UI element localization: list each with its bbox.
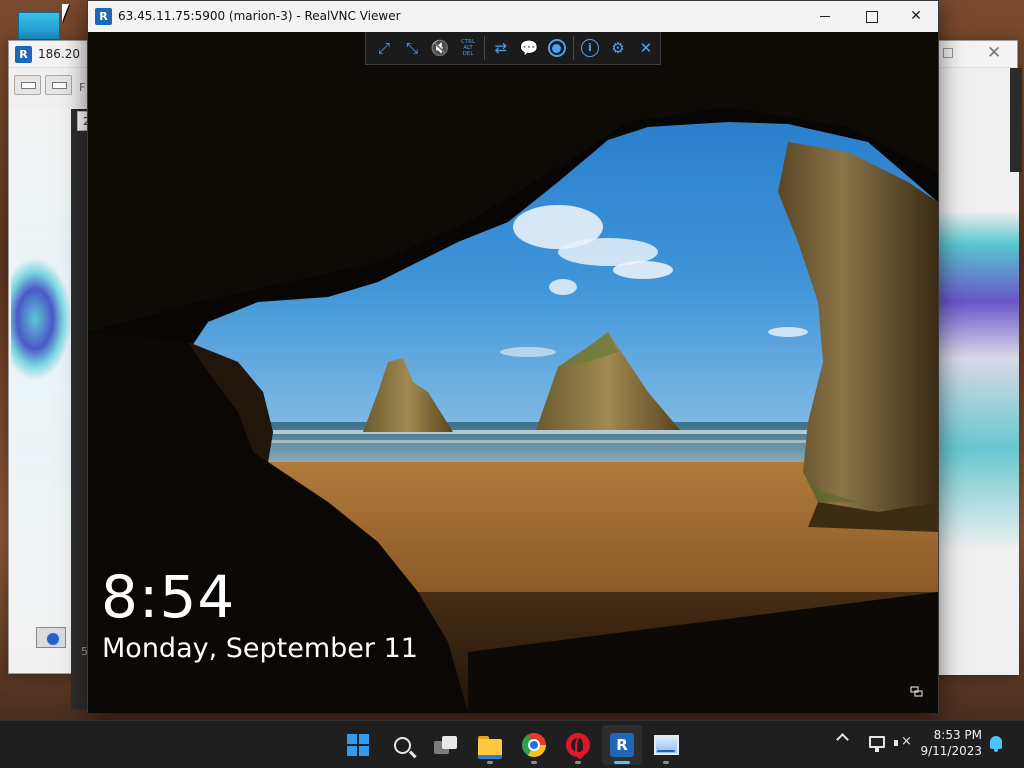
taskbar-clock-date[interactable]: 9/11/2023 <box>914 744 982 758</box>
scale-icon: ⤡ <box>405 39 418 57</box>
running-indicator <box>487 761 493 764</box>
file-transfer-icon: ⇄ <box>494 39 508 57</box>
maximize-button[interactable] <box>848 1 894 32</box>
notification-bell-icon[interactable] <box>990 736 1002 752</box>
remote-desktop-screen[interactable]: ⤢ ⤡ 🔇 CTRL ALT DEL ⇄ 💬 i ⚙ ✕ 8:54 Monday… <box>88 32 938 713</box>
close-button[interactable]: ✕ <box>987 43 1001 63</box>
volume-muted-icon[interactable] <box>894 734 912 749</box>
running-indicator <box>663 761 669 764</box>
task-view-icon <box>434 736 458 754</box>
performance-monitor-button[interactable] <box>646 725 686 765</box>
toolbar-button[interactable] <box>14 75 41 95</box>
scrollbar[interactable] <box>1010 68 1022 172</box>
gear-icon: ⚙ <box>611 39 625 57</box>
fullscreen-button[interactable]: ⤢ <box>370 34 398 63</box>
background-window-title: 186.20 <box>38 47 80 61</box>
realvnc-viewer-window[interactable]: R 63.45.11.75:5900 (marion-3) - RealVNC … <box>87 0 939 713</box>
close-button[interactable]: ✕ <box>893 1 939 32</box>
scale-button[interactable]: ⤡ <box>398 34 426 63</box>
ctrl-alt-del-button[interactable]: CTRL ALT DEL <box>454 34 482 63</box>
chat-icon: 💬 <box>519 39 539 57</box>
toolbar-separator <box>572 36 574 60</box>
record-icon <box>547 39 566 57</box>
minimize-button[interactable] <box>802 1 848 32</box>
ctrl-alt-del-icon: CTRL ALT DEL <box>461 39 475 57</box>
network-icon[interactable] <box>869 736 885 752</box>
task-view-button[interactable] <box>426 725 466 765</box>
session-button[interactable] <box>36 627 66 648</box>
running-indicator <box>575 761 581 764</box>
opera-icon <box>566 733 590 759</box>
info-button[interactable]: i <box>576 34 604 63</box>
windows-start-icon <box>347 734 369 756</box>
file-transfer-button[interactable]: ⇄ <box>487 34 515 63</box>
search-icon <box>393 736 411 754</box>
mute-icon: 🔇 <box>430 39 450 57</box>
toolbar-separator <box>484 36 485 60</box>
close-icon: ✕ <box>639 39 653 57</box>
realvnc-icon: R <box>610 733 634 757</box>
performance-monitor-icon <box>653 735 679 755</box>
background-wallpaper-art <box>939 109 1019 675</box>
toolbar-button[interactable] <box>45 75 72 95</box>
search-button[interactable] <box>382 725 422 765</box>
accessibility-icon[interactable] <box>910 684 924 698</box>
chrome-button[interactable] <box>514 725 554 765</box>
close-session-button[interactable]: ✕ <box>632 34 660 63</box>
side-label: F <box>79 81 86 94</box>
start-button[interactable] <box>338 725 378 765</box>
realvnc-viewer-taskbar-button[interactable]: R <box>602 725 642 765</box>
cad-label: DEL <box>462 51 474 57</box>
mouse-cursor-icon <box>62 4 69 22</box>
mute-button[interactable]: 🔇 <box>426 34 454 63</box>
viewer-titlebar[interactable]: R 63.45.11.75:5900 (marion-3) - RealVNC … <box>88 1 938 32</box>
background-wallpaper-strip <box>9 109 71 649</box>
desktop-shortcut-icon[interactable] <box>18 12 60 40</box>
opera-button[interactable] <box>558 725 598 765</box>
file-explorer-button[interactable] <box>470 725 510 765</box>
chrome-icon <box>522 733 546 757</box>
taskbar-clock-time[interactable]: 8:53 PM <box>924 728 982 742</box>
vnc-toolbar: ⤢ ⤡ 🔇 CTRL ALT DEL ⇄ 💬 i ⚙ ✕ <box>365 32 661 65</box>
chat-button[interactable]: 💬 <box>515 34 543 63</box>
realvnc-logo-icon: R <box>95 8 112 25</box>
realvnc-logo-icon: R <box>15 46 32 63</box>
info-icon: i <box>580 39 599 57</box>
record-button[interactable] <box>543 34 571 63</box>
maximize-icon[interactable] <box>943 48 953 58</box>
lockscreen-time: 8:54 <box>101 563 236 631</box>
viewer-window-title: 63.45.11.75:5900 (marion-3) - RealVNC Vi… <box>118 9 401 23</box>
lockscreen-date: Monday, September 11 <box>102 633 418 664</box>
settings-button[interactable]: ⚙ <box>604 34 632 63</box>
running-indicator <box>531 761 537 764</box>
folder-icon <box>478 735 502 759</box>
fullscreen-icon: ⤢ <box>377 39 390 57</box>
active-indicator <box>614 761 630 764</box>
